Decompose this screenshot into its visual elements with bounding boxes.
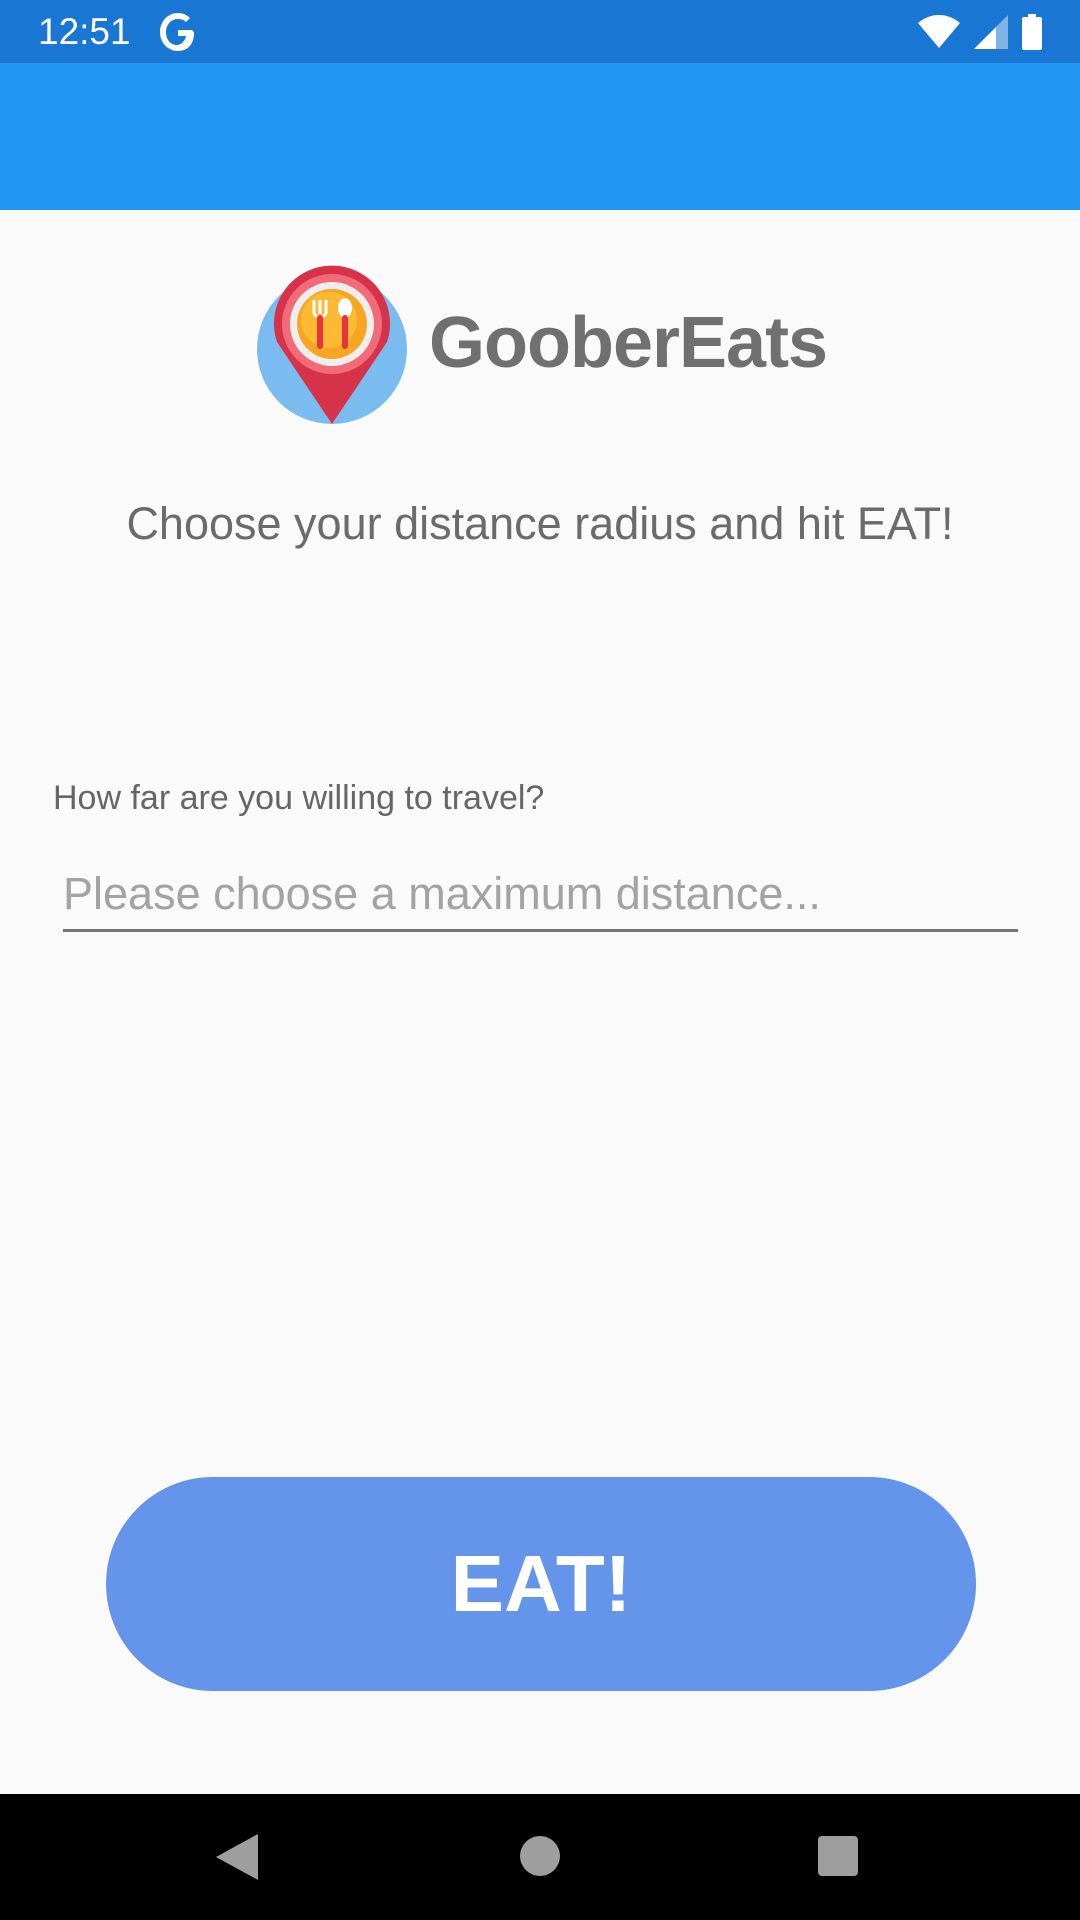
navigation-bar xyxy=(0,1794,1080,1920)
brand-header: GooberEats xyxy=(257,262,828,424)
status-time: 12:51 xyxy=(38,11,131,52)
instruction-text: Choose your distance radius and hit EAT! xyxy=(126,498,954,549)
back-icon[interactable] xyxy=(216,1834,258,1880)
home-icon[interactable] xyxy=(520,1836,560,1876)
distance-select[interactable]: Please choose a maximum distance... xyxy=(63,862,1018,932)
distance-select-placeholder: Please choose a maximum distance... xyxy=(63,868,821,919)
main-screen: 12:51 GooberEats Choose your distance ra… xyxy=(0,0,1080,1920)
status-icons xyxy=(918,12,1042,52)
eat-button-label: EAT! xyxy=(450,1539,632,1628)
app-name: GooberEats xyxy=(429,303,828,383)
app-bar xyxy=(0,63,1080,210)
google-g-icon xyxy=(160,13,194,51)
status-bar: 12:51 xyxy=(0,0,1080,63)
battery-icon xyxy=(1022,14,1042,50)
restaurant-location-pin-icon xyxy=(257,265,407,424)
recents-icon[interactable] xyxy=(818,1836,858,1876)
eat-button[interactable]: EAT! xyxy=(106,1477,976,1691)
cellular-signal-icon xyxy=(974,15,1008,49)
wifi-icon xyxy=(918,15,960,48)
distance-label: How far are you willing to travel? xyxy=(53,779,545,817)
